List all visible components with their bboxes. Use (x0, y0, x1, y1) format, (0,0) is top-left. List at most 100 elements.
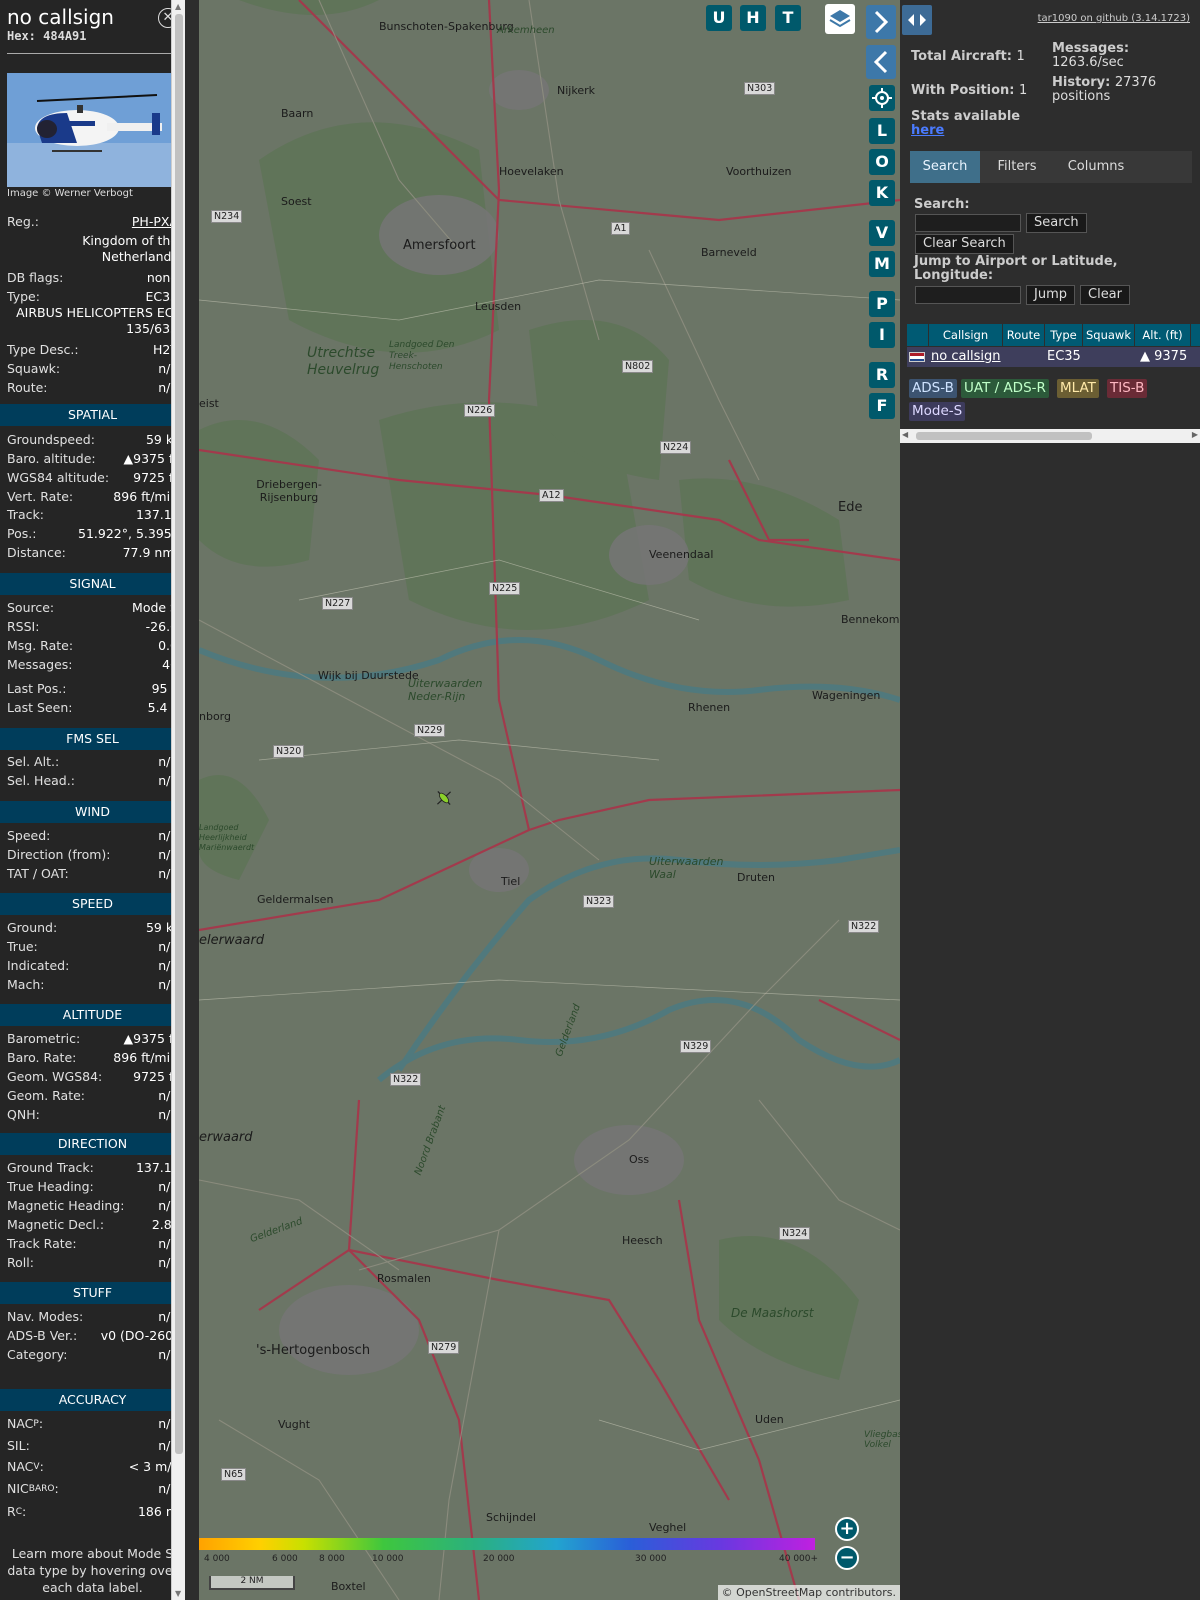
search-button[interactable]: Search (1026, 213, 1087, 233)
map-canvas[interactable]: Bunschoten-Spakenburg Arkemheen Nijkerk … (199, 0, 900, 1600)
search-input[interactable] (915, 214, 1021, 232)
section-altitude: ALTITUDE (0, 1004, 185, 1026)
selected-aircraft-infoblock: no callsign Hex: 484A91 ✕ Image © Werner… (0, 0, 185, 1600)
map-button-v[interactable]: V (869, 220, 895, 246)
th-callsign[interactable]: Callsign (929, 324, 1003, 346)
clear-button[interactable]: Clear (1080, 285, 1130, 305)
altitude-color-legend (199, 1538, 815, 1550)
clear-search-button[interactable]: Clear Search (915, 234, 1014, 254)
history: History: 27376 positions (1052, 75, 1157, 104)
info-row-signal: RSSI: -26.6 (7, 618, 178, 636)
map-button-o[interactable]: O (869, 149, 895, 175)
map-button-h[interactable]: H (740, 5, 766, 31)
section-stuff: STUFF (0, 1282, 185, 1304)
info-label: Baro. Rate: (7, 1050, 77, 1065)
sidebar-toggle-icon[interactable] (902, 5, 932, 35)
info-row-details: Route: n/a (7, 379, 178, 397)
place-label: Oss (629, 1153, 650, 1166)
info-row-details: Type Desc.: H2T (7, 341, 178, 359)
th-squawk[interactable]: Squawk (1083, 324, 1135, 346)
place-label: Vught (278, 1418, 311, 1431)
info-label: True Heading: (7, 1179, 94, 1194)
zoom-out-button[interactable]: − (835, 1546, 859, 1570)
map-button-r[interactable]: R (869, 362, 895, 388)
collapse-sidebar-icon[interactable] (866, 45, 896, 79)
expand-sidebar-icon[interactable] (866, 5, 896, 39)
legend-tick: 30 000 (635, 1554, 667, 1564)
place-label: Rhenen (688, 701, 731, 714)
place-label: Barneveld (701, 246, 757, 259)
map-button-l[interactable]: L (869, 118, 895, 144)
stats-available: Stats available here (911, 109, 1021, 138)
info-row-altitude: Baro. Rate: 896 ft/min (7, 1049, 178, 1067)
road-badge: A12 (539, 489, 564, 502)
map-button-p[interactable]: P (869, 291, 895, 317)
info-label: Barometric: (7, 1031, 81, 1046)
map-button-u[interactable]: U (706, 5, 732, 31)
info-row-details: Reg.: PH-PXA (7, 213, 178, 231)
info-row-details: Squawk: n/a (7, 360, 178, 378)
jump-input[interactable] (915, 286, 1021, 304)
road-badge: N303 (744, 82, 776, 95)
info-row-accuracy: SIL: n/a (7, 1437, 178, 1455)
selected-callsign: no callsign (7, 5, 114, 29)
map-button-k[interactable]: K (869, 180, 895, 206)
map-button-m[interactable]: M (869, 251, 895, 277)
stats-link[interactable]: here (911, 123, 944, 138)
tab-columns[interactable]: Columns (1054, 151, 1138, 183)
info-label: Track: (7, 507, 44, 522)
place-label: Arkemheen (497, 25, 555, 36)
table-horizontal-scrollbar[interactable]: ◀ ▶ (900, 429, 1200, 443)
th-altitude[interactable]: Alt. (ft) (1135, 324, 1191, 346)
road-badge: N322 (848, 920, 880, 933)
map-attribution[interactable]: © OpenStreetMap contributors. (717, 1585, 900, 1600)
info-label: Direction (from): (7, 847, 111, 862)
info-row-signal: Messages:46 (7, 656, 178, 674)
info-row-altitude: Barometric: ▲9375 ft (7, 1030, 178, 1048)
info-label: Geom. Rate: (7, 1088, 86, 1103)
place-label: De Maashorst (731, 1306, 814, 1320)
th-route[interactable]: Route (1003, 324, 1045, 346)
map-button-t[interactable]: T (775, 5, 801, 31)
zoom-in-button[interactable]: + (835, 1517, 859, 1541)
road-badge: N227 (322, 597, 354, 610)
tab-filters[interactable]: Filters (983, 151, 1051, 183)
info-label: Distance: (7, 545, 66, 560)
road-badge: N225 (489, 582, 521, 595)
aircraft-marker-icon[interactable] (433, 787, 455, 809)
road-badge: N320 (273, 745, 305, 758)
legend-tick: 10 000 (372, 1554, 404, 1564)
settings-gear-icon[interactable] (869, 85, 895, 111)
search-label: Search: (914, 197, 970, 212)
scrollbar-thumb[interactable] (916, 432, 1092, 440)
layers-icon[interactable] (825, 4, 855, 34)
info-label: SIL: (7, 1438, 30, 1453)
info-label: QNH: (7, 1107, 40, 1122)
road-badge: N229 (414, 724, 446, 737)
map-button-i[interactable]: I (869, 322, 895, 348)
section-spatial: SPATIAL (0, 404, 185, 426)
github-link[interactable]: tar1090 on github (3.14.1723) (1038, 13, 1190, 24)
table-row[interactable]: no callsign EC35 ▲ 9375 (907, 347, 1200, 367)
row-altitude: ▲ 9375 (1140, 349, 1188, 364)
scrollbar-thumb[interactable] (175, 14, 183, 1454)
jump-button[interactable]: Jump (1026, 285, 1075, 305)
info-row-speed: True: n/a (7, 938, 178, 956)
map-button-f[interactable]: F (869, 393, 895, 419)
th-type[interactable]: Type (1045, 324, 1083, 346)
aircraft-photo[interactable] (7, 73, 178, 187)
tab-search[interactable]: Search (910, 151, 980, 183)
place-label: Uden (755, 1413, 784, 1426)
place-label: 's-Hertogenbosch (256, 1343, 371, 1358)
place-label: Uiterwaarden Neder-Rijn (408, 677, 483, 703)
section-wind: WIND (0, 801, 185, 823)
row-callsign[interactable]: no callsign (931, 347, 1001, 367)
info-label: Nav. Modes: (7, 1309, 84, 1324)
road-badge: N323 (583, 895, 615, 908)
info-row-stuff: ADS-B Ver.: v0 (DO-260) (7, 1327, 178, 1345)
info-row-accuracy: NAC P: n/a (7, 1416, 178, 1431)
info-label: Last Pos.: (7, 681, 67, 696)
infoblock-scrollbar[interactable]: ▲ ▼ (171, 0, 185, 1600)
legend-tick: 6 000 (272, 1554, 298, 1564)
info-row-spatial: Track: 137.1° (7, 506, 178, 524)
